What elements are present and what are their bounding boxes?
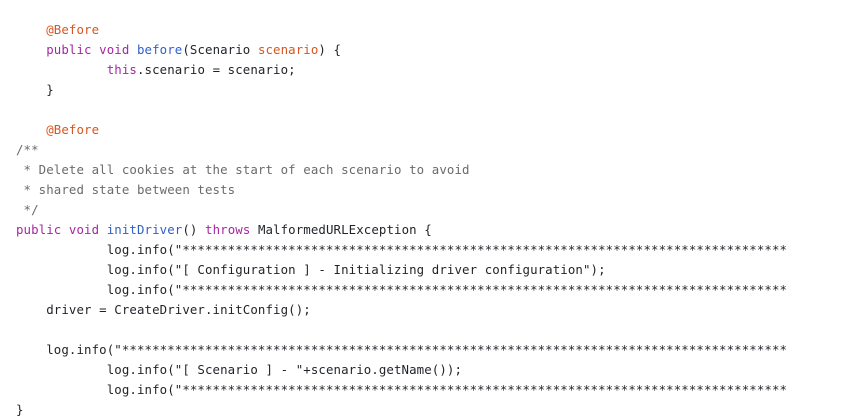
code-line: log.info("******************************… [16, 380, 787, 400]
code-editor[interactable]: @Before public void before(Scenario scen… [0, 0, 845, 420]
code-token: } [16, 402, 24, 417]
code-line: @Before [16, 20, 99, 40]
code-token: scenario [257, 42, 319, 57]
code-line: @Before [16, 120, 99, 140]
code-token: driver = CreateDriver.initConfig(); [16, 302, 311, 317]
code-token: */ [16, 202, 39, 217]
code-token: @Before [46, 122, 100, 137]
code-token: log.info("******************************… [16, 382, 788, 397]
code-token: public void [16, 222, 107, 237]
code-token: MalformedURLException { [257, 222, 432, 237]
code-token: public void [46, 42, 137, 57]
code-token: before [136, 42, 183, 57]
code-line: public void initDriver() throws Malforme… [16, 220, 432, 240]
code-token: throws [205, 222, 258, 237]
code-token: log.info("[ Configuration ] - Initializi… [16, 262, 606, 277]
code-token: log.info("******************************… [16, 282, 788, 297]
code-token: initDriver [106, 222, 183, 237]
code-token: .scenario = scenario; [136, 62, 296, 77]
code-token: @Before [46, 22, 100, 37]
code-line: log.info("******************************… [16, 340, 787, 360]
code-line: /** [16, 140, 39, 160]
code-token: (Scenario [182, 42, 258, 57]
code-token: * Delete all cookies at the start of eac… [16, 162, 470, 177]
code-token: log.info("[ Scenario ] - "+scenario.getN… [16, 362, 463, 377]
code-line: * Delete all cookies at the start of eac… [16, 160, 470, 180]
code-token: log.info("******************************… [16, 242, 788, 257]
code-token: () [182, 222, 206, 237]
code-line: driver = CreateDriver.initConfig(); [16, 300, 311, 320]
code-line: log.info("******************************… [16, 240, 787, 260]
code-line: */ [16, 200, 39, 220]
code-line: } [16, 80, 54, 100]
code-token: /** [16, 142, 39, 157]
code-line: public void before(Scenario scenario) { [16, 40, 341, 60]
code-token: log.info("******************************… [16, 342, 788, 357]
code-token: this [106, 62, 137, 77]
code-line: this.scenario = scenario; [16, 60, 296, 80]
code-line: log.info("[ Configuration ] - Initializi… [16, 260, 606, 280]
code-token: } [16, 82, 54, 97]
code-line: log.info("******************************… [16, 280, 787, 300]
code-token: ) { [318, 42, 342, 57]
code-line: * shared state between tests [16, 180, 236, 200]
code-line: log.info("[ Scenario ] - "+scenario.getN… [16, 360, 462, 380]
code-token: * shared state between tests [16, 182, 236, 197]
code-line: } [16, 400, 24, 420]
